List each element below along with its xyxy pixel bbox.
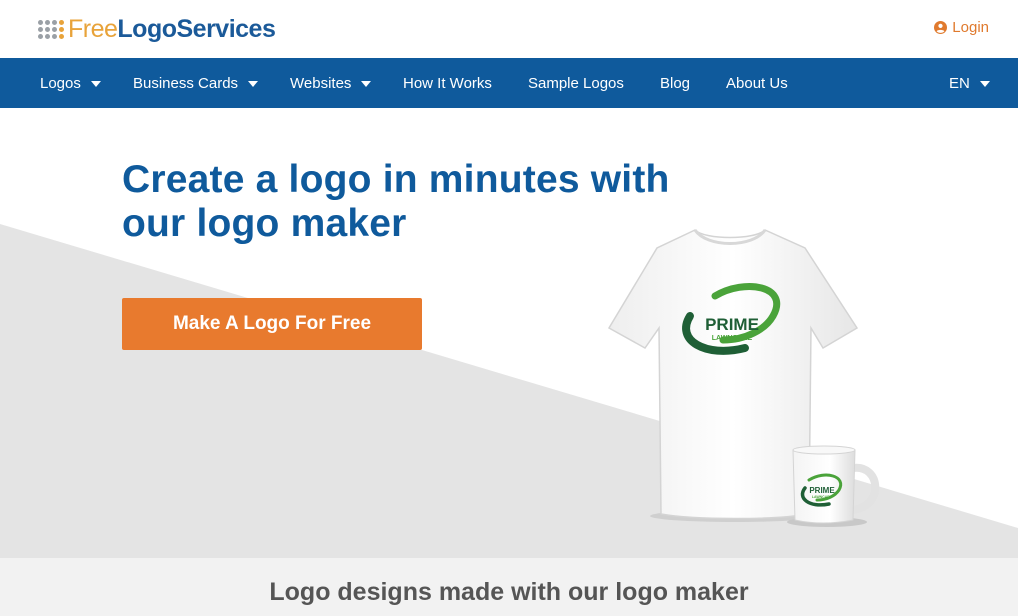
language-label: EN [949, 74, 970, 92]
mug-logo-text-prime: PRIME [809, 486, 835, 495]
caret-down-icon [90, 80, 101, 87]
logo-designs-section: Logo designs made with our logo maker [0, 558, 1018, 616]
hero-section: Create a logo in minutes with our logo m… [0, 108, 1018, 558]
site-logo[interactable]: FreeLogoServices [38, 14, 276, 44]
nav-item-label: Business Cards [133, 74, 239, 92]
nav-item-label: Websites [290, 74, 352, 92]
hero-title-line-1: Create a logo in minutes with [122, 158, 670, 201]
nav-item-business-cards[interactable]: Business Cards [133, 58, 259, 108]
logo-wordmark-rest: LogoServices [117, 14, 276, 43]
nav-item-websites[interactable]: Websites [290, 58, 372, 108]
nav-item-blog[interactable]: Blog [660, 58, 690, 108]
make-logo-button[interactable]: Make A Logo For Free [122, 298, 422, 350]
site-header: FreeLogoServices Login [0, 0, 1018, 58]
nav-item-label: About Us [726, 74, 788, 92]
nav-item-sample-logos[interactable]: Sample Logos [528, 58, 624, 108]
logo-wordmark-free: Free [68, 14, 118, 43]
main-nav: Logos Business Cards Websites How It Wor… [0, 58, 1018, 108]
login-label: Login [952, 19, 989, 36]
logo-text-lawncare: LAWNCARE [712, 335, 753, 342]
caret-down-icon [248, 80, 259, 87]
logo-dots-icon [38, 19, 64, 39]
nav-item-label: Sample Logos [528, 74, 624, 92]
nav-item-how-it-works[interactable]: How It Works [403, 58, 492, 108]
nav-item-label: Blog [660, 74, 691, 92]
user-circle-icon [934, 21, 948, 34]
logo-wordmark: FreeLogoServices [68, 14, 276, 44]
caret-down-icon [361, 80, 372, 87]
tshirt-mug-image: PRIME LAWNCARE PRIME LAWNCARE [607, 229, 880, 527]
language-selector[interactable]: EN [949, 58, 990, 108]
caret-down-icon [979, 80, 990, 87]
nav-item-logos[interactable]: Logos [40, 58, 101, 108]
nav-item-about-us[interactable]: About Us [726, 58, 788, 108]
nav-item-label: How It Works [403, 74, 492, 92]
hero-title-line-2: our logo maker [122, 202, 407, 245]
nav-item-label: Logos [40, 74, 81, 92]
mug-logo-text-lawncare: LAWNCARE [812, 495, 833, 499]
login-link[interactable]: Login [934, 19, 989, 36]
page: FreeLogoServices Login Logos Business Ca… [0, 0, 1018, 616]
section-title: Logo designs made with our logo maker [269, 578, 749, 606]
logo-text-prime: PRIME [705, 315, 759, 334]
